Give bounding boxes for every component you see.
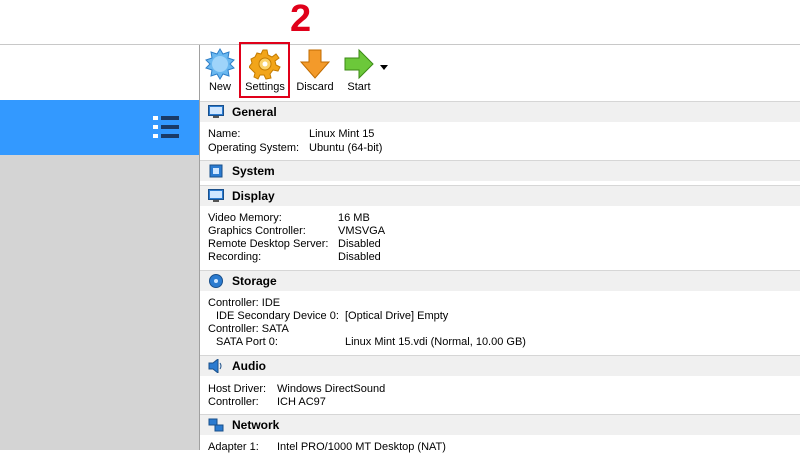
speaker-icon [208,357,224,376]
top-strip [0,0,800,45]
section-display-title: Display [232,189,275,203]
display-rdp-label: Remote Desktop Server: [208,238,329,250]
display-recording-value: Disabled [338,251,381,263]
audio-host-driver-label: Host Driver: [208,383,267,395]
storage-controller-sata: Controller: SATA [208,323,289,335]
list-menu-icon[interactable] [153,114,179,140]
section-general-title: General [232,105,277,119]
discard-arrow-down-icon [299,49,331,79]
section-storage-title: Storage [232,274,277,288]
storage-ide-secondary-label: IDE Secondary Device 0: [216,310,339,322]
section-network-header[interactable]: Network [200,414,800,435]
audio-controller-value: ICH AC97 [277,396,326,408]
display-rdp-value: Disabled [338,238,381,250]
general-os-value: Ubuntu (64-bit) [309,142,383,154]
audio-controller-label: Controller: [208,396,259,408]
section-system-header[interactable]: System [200,160,800,181]
new-icon [205,48,235,80]
discard-button[interactable]: Discard [294,46,336,98]
section-audio-header[interactable]: Audio [200,355,800,376]
storage-controller-ide: Controller: IDE [208,297,281,309]
step-number-annotation: 2 [290,0,312,40]
tools-item[interactable] [0,45,200,100]
section-network-title: Network [232,418,280,432]
section-audio-title: Audio [232,359,266,373]
general-os-label: Operating System: [208,142,300,154]
storage-sata-port-value: Linux Mint 15.vdi (Normal, 10.00 GB) [345,336,526,348]
section-display-header[interactable]: Display [200,185,800,206]
display-icon [208,189,224,206]
new-button[interactable]: New [202,46,238,98]
network-icon [208,418,224,435]
details-pane: General Name: Linux Mint 15 Operating Sy… [200,100,800,453]
general-name-value: Linux Mint 15 [309,128,375,140]
display-video-memory-value: 16 MB [338,212,370,224]
display-graphics-controller-value: VMSVGA [338,225,386,237]
start-button-label: Start [347,81,371,93]
disk-icon [208,274,224,291]
display-graphics-controller-label: Graphics Controller: [208,225,306,237]
start-dropdown-arrow-icon[interactable] [380,62,388,74]
section-storage-header[interactable]: Storage [200,270,800,291]
discard-button-label: Discard [296,81,334,93]
display-video-memory-label: Video Memory: [208,212,282,224]
vm-list-empty-area [0,155,200,450]
storage-sata-port-label: SATA Port 0: [216,336,278,348]
start-button[interactable]: Start [340,46,378,98]
new-button-label: New [208,81,231,93]
chip-icon [208,164,224,181]
storage-ide-secondary-value: [Optical Drive] Empty [345,310,449,322]
section-general-header[interactable]: General [200,101,800,122]
settings-highlight-box [239,42,290,98]
start-arrow-right-icon [344,48,374,80]
audio-host-driver-value: Windows DirectSound [277,383,386,395]
general-name-label: Name: [208,128,241,140]
monitor-icon [208,105,224,122]
network-adapter1-label: Adapter 1: [208,441,259,453]
display-recording-label: Recording: [208,251,262,263]
section-system-title: System [232,164,275,178]
network-adapter1-value: Intel PRO/1000 MT Desktop (NAT) [277,441,446,453]
